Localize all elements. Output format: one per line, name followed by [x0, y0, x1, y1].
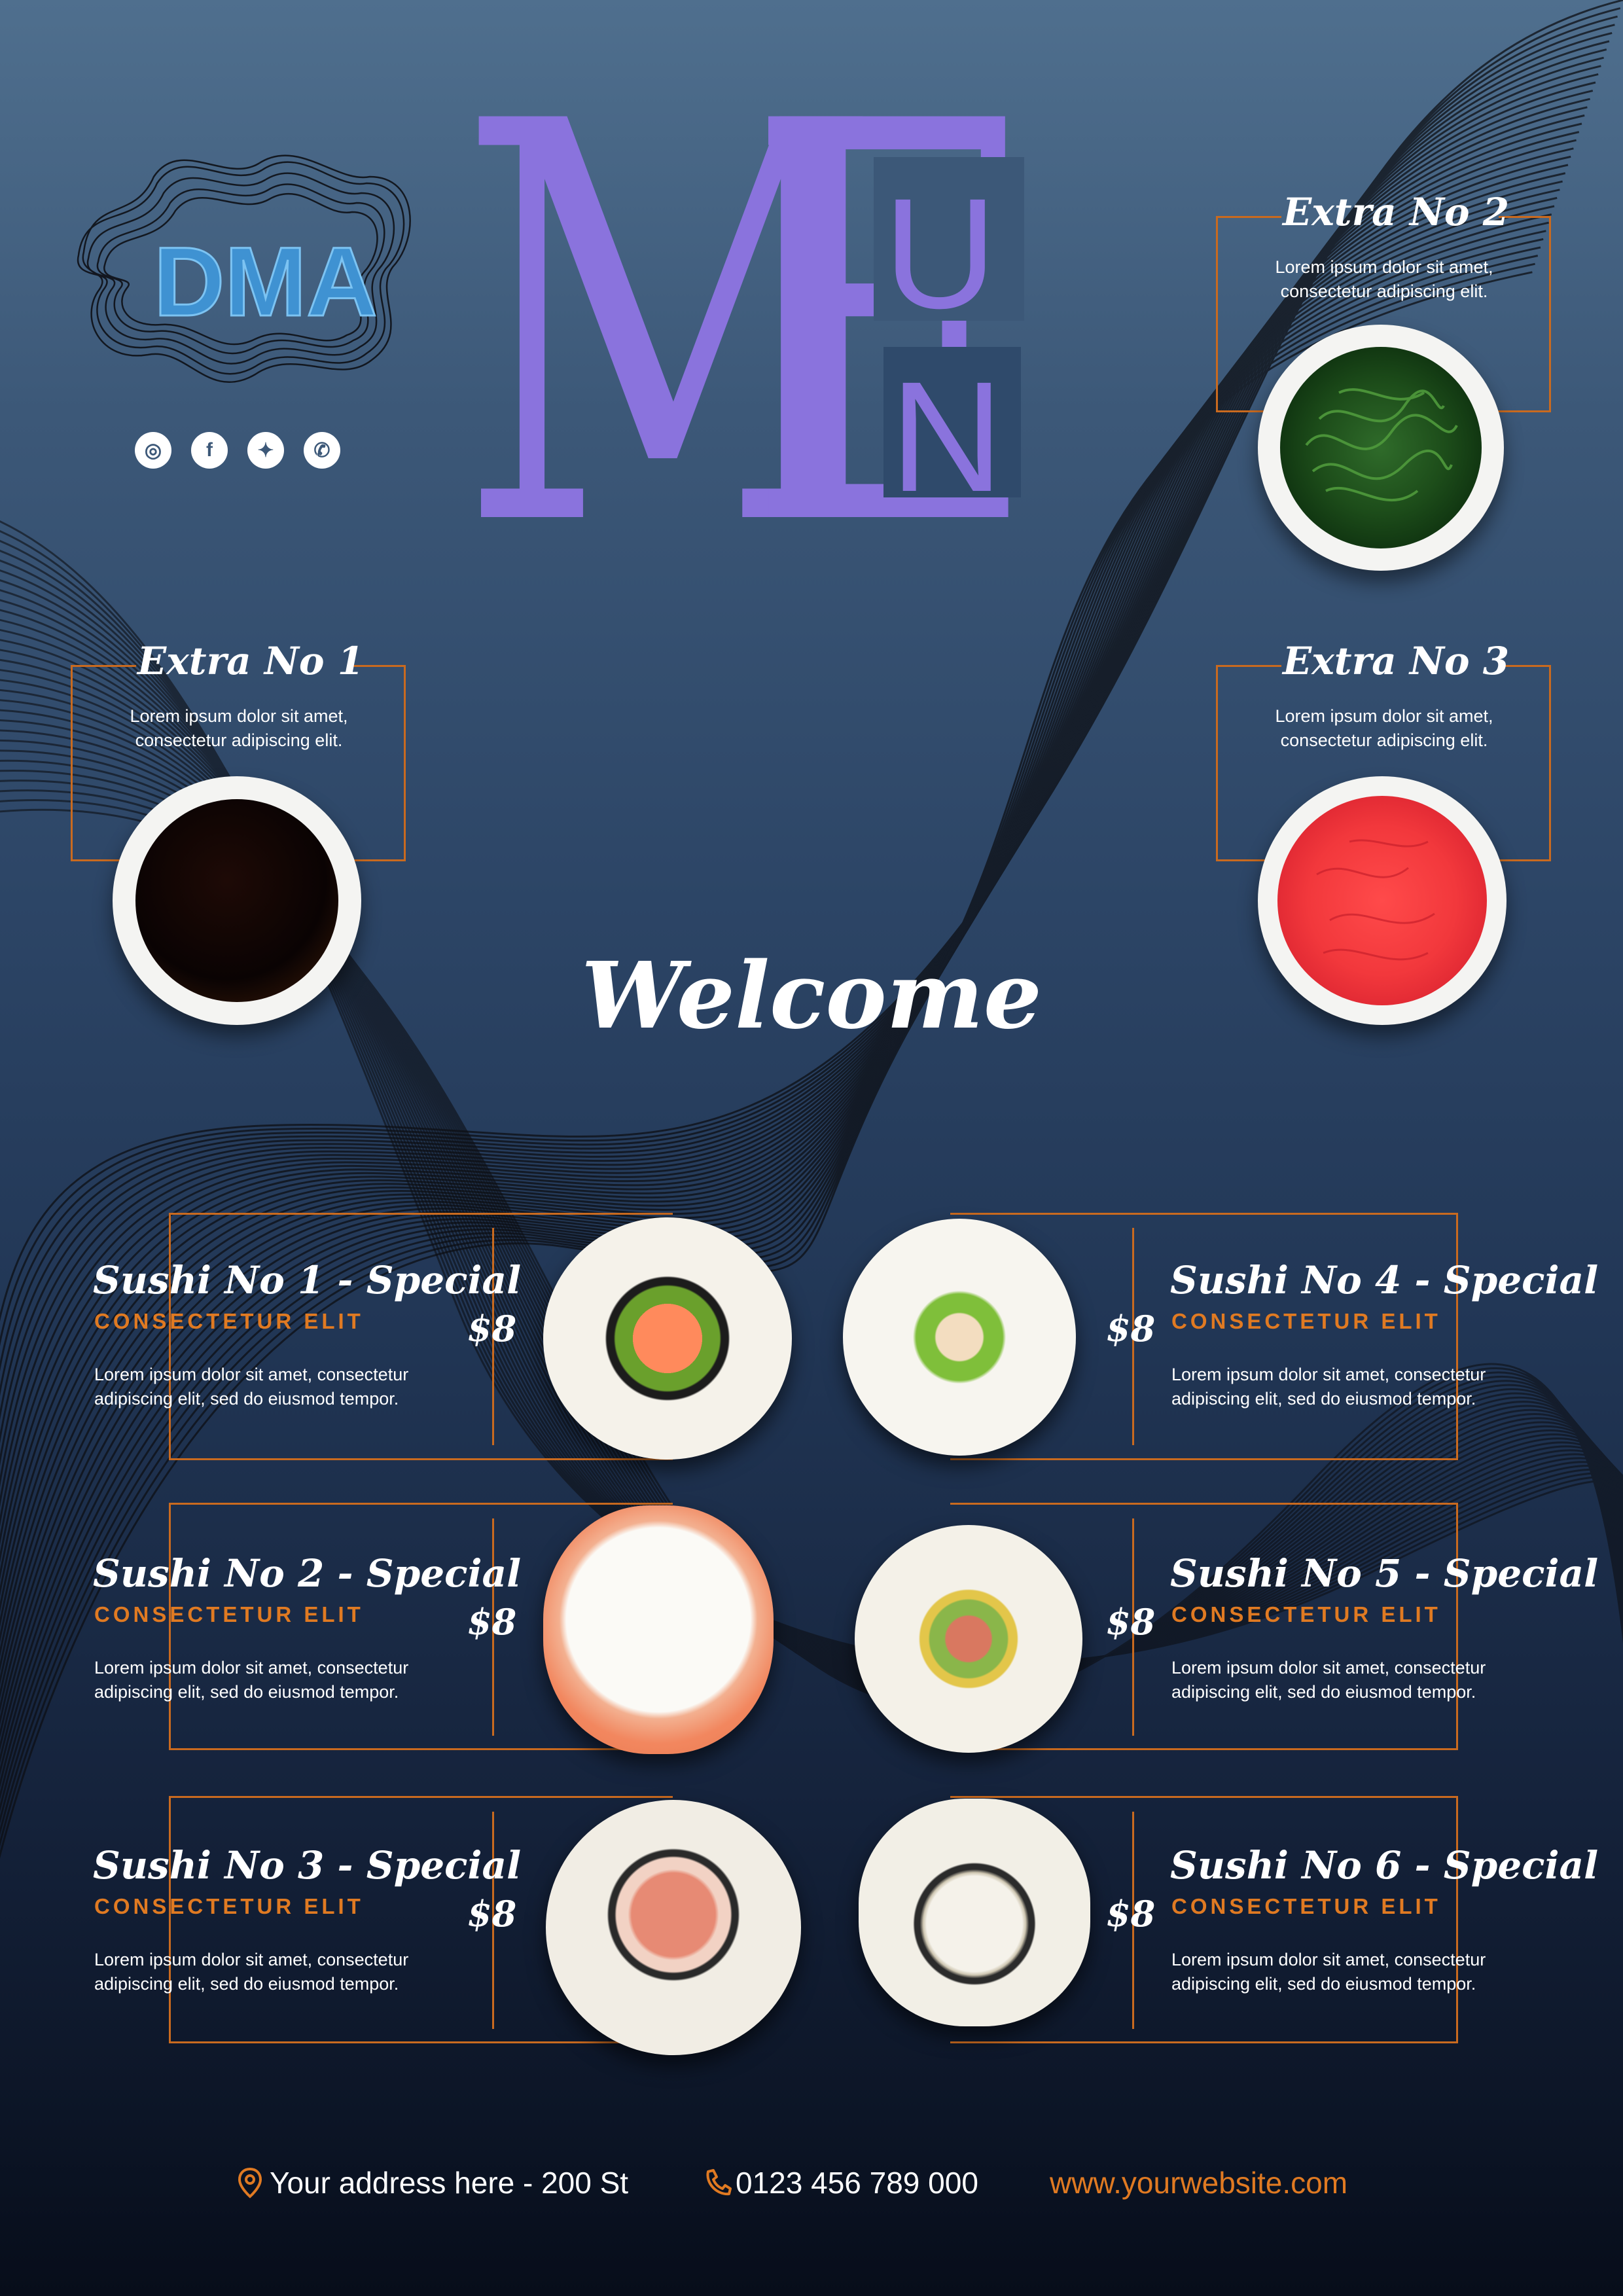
sushi-6-desc-line2: adipiscing elit, sed do eiusmod tempor. — [1171, 1974, 1476, 1994]
sushi-5-title: Sushi No 5 - Special — [1170, 1551, 1599, 1596]
sushi-3-price: $8 — [467, 1893, 517, 1935]
sushi-1-price: $8 — [467, 1308, 517, 1350]
menu-letter-u: U — [883, 166, 997, 341]
sushi-6-desc-line1: Lorem ipsum dolor sit amet, consectetur — [1171, 1950, 1486, 1969]
whatsapp-icon[interactable]: ✆ — [304, 432, 340, 469]
sushi-5-image — [855, 1525, 1082, 1753]
sushi-5-subtitle: CONSECTETUR ELIT — [1171, 1602, 1441, 1626]
sushi-2-subtitle: CONSECTETUR ELIT — [94, 1602, 364, 1626]
sushi-4-desc-line2: adipiscing elit, sed do eiusmod tempor. — [1171, 1389, 1476, 1408]
phone-icon — [703, 2168, 732, 2197]
sushi-3-subtitle: CONSECTETUR ELIT — [94, 1894, 364, 1918]
facebook-icon[interactable]: f — [191, 432, 228, 469]
logo: DMA — [59, 131, 425, 406]
sushi-2-desc: Lorem ipsum dolor sit amet, consectetur … — [94, 1656, 487, 1704]
sushi-6-desc: Lorem ipsum dolor sit amet, consectetur … — [1171, 1948, 1564, 1996]
sushi-2-price: $8 — [467, 1601, 517, 1643]
sushi-1-desc-line2: adipiscing elit, sed do eiusmod tempor. — [94, 1389, 399, 1408]
sushi-1-image — [543, 1217, 792, 1460]
sushi-4-image — [843, 1219, 1076, 1456]
sushi-1-desc: Lorem ipsum dolor sit amet, consectetur … — [94, 1363, 487, 1411]
sushi-2-title: Sushi No 2 - Special — [93, 1551, 522, 1596]
sushi-6-image — [859, 1799, 1090, 2026]
extra-3-desc-line2: consectetur adipiscing elit. — [1280, 730, 1488, 750]
sushi-4-desc-line1: Lorem ipsum dolor sit amet, consectetur — [1171, 1365, 1486, 1384]
sushi-1-title: Sushi No 1 - Special — [93, 1258, 522, 1302]
menu-letter-n: N — [890, 349, 1003, 524]
logo-ribbon-icon: DMA — [77, 154, 411, 384]
sushi-6-subtitle: CONSECTETUR ELIT — [1171, 1894, 1441, 1918]
footer-address: Your address here - 200 St — [270, 2166, 629, 2200]
sushi-2-desc-line2: adipiscing elit, sed do eiusmod tempor. — [94, 1682, 399, 1702]
welcome-heading: Welcome — [581, 942, 1042, 1050]
sushi-4-title: Sushi No 4 - Special — [1170, 1258, 1599, 1302]
extra-3-title: Extra No 3 — [1283, 639, 1510, 683]
sushi-2-image — [543, 1505, 774, 1754]
sushi-5-desc-line1: Lorem ipsum dolor sit amet, consectetur — [1171, 1658, 1486, 1677]
menu-title: M E U N — [458, 7, 1047, 647]
logo-text: DMA — [154, 226, 378, 336]
sushi-4-desc: Lorem ipsum dolor sit amet, consectetur … — [1171, 1363, 1564, 1411]
instagram-icon[interactable]: ◎ — [135, 432, 171, 469]
sushi-1-subtitle: CONSECTETUR ELIT — [94, 1309, 364, 1333]
sushi-2-desc-line1: Lorem ipsum dolor sit amet, consectetur — [94, 1658, 409, 1677]
extra-3-desc-line1: Lorem ipsum dolor sit amet, — [1275, 706, 1493, 726]
extra-2-title: Extra No 2 — [1283, 190, 1510, 234]
extra-1-title: Extra No 1 — [137, 639, 365, 683]
sushi-6-title: Sushi No 6 - Special — [1170, 1843, 1599, 1888]
sushi-3-title: Sushi No 3 - Special — [93, 1843, 522, 1888]
extra-2-desc-line2: consectetur adipiscing elit. — [1280, 281, 1488, 301]
sushi-3-image — [546, 1800, 801, 2055]
sushi-3-desc: Lorem ipsum dolor sit amet, consectetur … — [94, 1948, 487, 1996]
sushi-4-price: $8 — [1106, 1308, 1156, 1350]
sushi-5-desc: Lorem ipsum dolor sit amet, consectetur … — [1171, 1656, 1564, 1704]
footer-website-link[interactable]: www.yourwebsite.com — [1050, 2165, 1347, 2200]
extra-2-desc-line1: Lorem ipsum dolor sit amet, — [1275, 257, 1493, 277]
sushi-4-subtitle: CONSECTETUR ELIT — [1171, 1309, 1441, 1333]
sushi-5-price: $8 — [1106, 1601, 1156, 1643]
location-pin-icon — [237, 2166, 263, 2199]
menu-poster: DMA ◎ f ✦ ✆ M E U N Extra No 1 Lorem ips… — [0, 0, 1623, 2296]
sushi-3-desc-line1: Lorem ipsum dolor sit amet, consectetur — [94, 1950, 409, 1969]
sushi-5-desc-line2: adipiscing elit, sed do eiusmod tempor. — [1171, 1682, 1476, 1702]
sushi-1-desc-line1: Lorem ipsum dolor sit amet, consectetur — [94, 1365, 409, 1384]
twitter-icon[interactable]: ✦ — [247, 432, 284, 469]
sushi-6-price: $8 — [1106, 1893, 1156, 1935]
extra-1-desc-line2: consectetur adipiscing elit. — [135, 730, 343, 750]
extra-1-desc-line1: Lorem ipsum dolor sit amet, — [130, 706, 348, 726]
sushi-3-desc-line2: adipiscing elit, sed do eiusmod tempor. — [94, 1974, 399, 1994]
seaweed-salad-bowl-image — [1258, 325, 1504, 571]
footer-phone[interactable]: 0123 456 789 000 — [736, 2165, 978, 2200]
